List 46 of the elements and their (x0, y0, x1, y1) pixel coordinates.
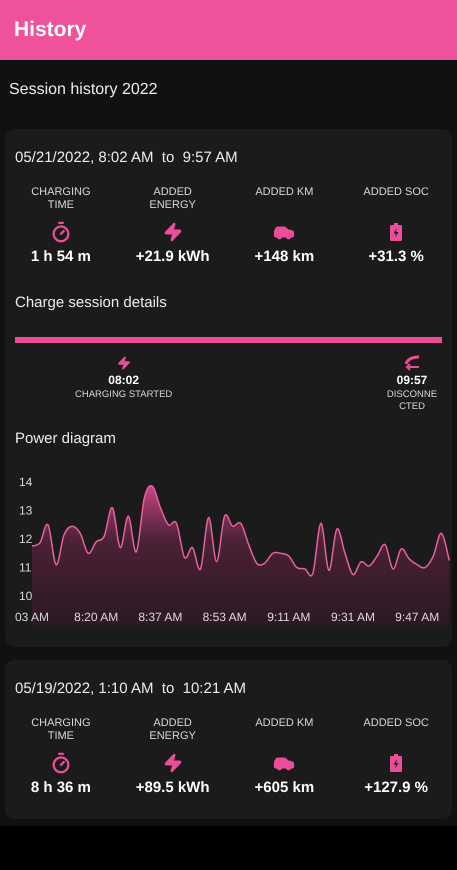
session-range: 05/21/2022, 8:02 AM to 9:57 AM (15, 149, 238, 166)
stat-label: ADDED ENERGY (148, 716, 197, 742)
stat-label: ADDED ENERGY (148, 186, 197, 212)
stat-value: +21.9 kWh (136, 247, 210, 267)
x-tick-label: 03 AM (14, 610, 50, 624)
y-tick-label: 11 (19, 560, 32, 574)
event-label: CHARGING STARTED (75, 388, 172, 400)
stat-value: +127.9 % (364, 778, 428, 798)
stat-label: ADDED KM (254, 716, 314, 730)
stat-value: 8 h 36 m (30, 778, 91, 798)
stat-label: CHARGING TIME (30, 716, 92, 742)
lightning-icon (162, 752, 183, 772)
event-label: DISCONNECTED (386, 388, 438, 412)
session-range: 05/19/2022, 1:10 AM to 10:21 AM (15, 680, 246, 696)
stat-value: +31.3 % (368, 247, 424, 267)
stat-label: ADDED SOC (362, 716, 430, 730)
stopwatch-icon (50, 221, 72, 243)
stat-value: +605 km (254, 778, 314, 798)
y-tick-label: 10 (19, 588, 32, 602)
stat-value: 1 h 54 m (30, 247, 91, 267)
battery-charging-icon (390, 754, 402, 772)
x-tick-label: 8:53 AM (202, 610, 247, 624)
x-tick-label: 9:11 AM (267, 610, 310, 624)
battery-charging-icon (390, 223, 402, 241)
stopwatch-icon (50, 752, 72, 774)
section-heading: Charge session details (15, 294, 167, 310)
stat-value: +89.5 kWh (136, 778, 210, 798)
unplug-icon (402, 354, 422, 370)
x-tick-label: 9:31 AM (330, 610, 376, 624)
event-time: 08:02 (108, 372, 139, 388)
x-tick-label: 8:37 AM (138, 610, 182, 624)
stat-label: ADDED KM (254, 186, 314, 199)
y-tick-label: 13 (19, 503, 32, 517)
x-tick-label: 9:47 AM (395, 610, 440, 624)
page-heading: Session history 2022 (9, 81, 158, 98)
lightning-icon (162, 222, 183, 242)
y-tick-label: 12 (19, 532, 32, 546)
app-title: History (14, 17, 86, 44)
event-time: 09:57 (396, 372, 428, 388)
stat-label: ADDED SOC (362, 186, 430, 199)
lightning-icon (116, 356, 131, 370)
y-tick-label: 14 (19, 474, 32, 488)
x-tick-label: 8:20 AM (74, 610, 118, 624)
stat-label: CHARGING TIME (30, 186, 92, 212)
stat-value: +148 km (254, 247, 314, 267)
section-heading: Power diagram (15, 430, 116, 446)
